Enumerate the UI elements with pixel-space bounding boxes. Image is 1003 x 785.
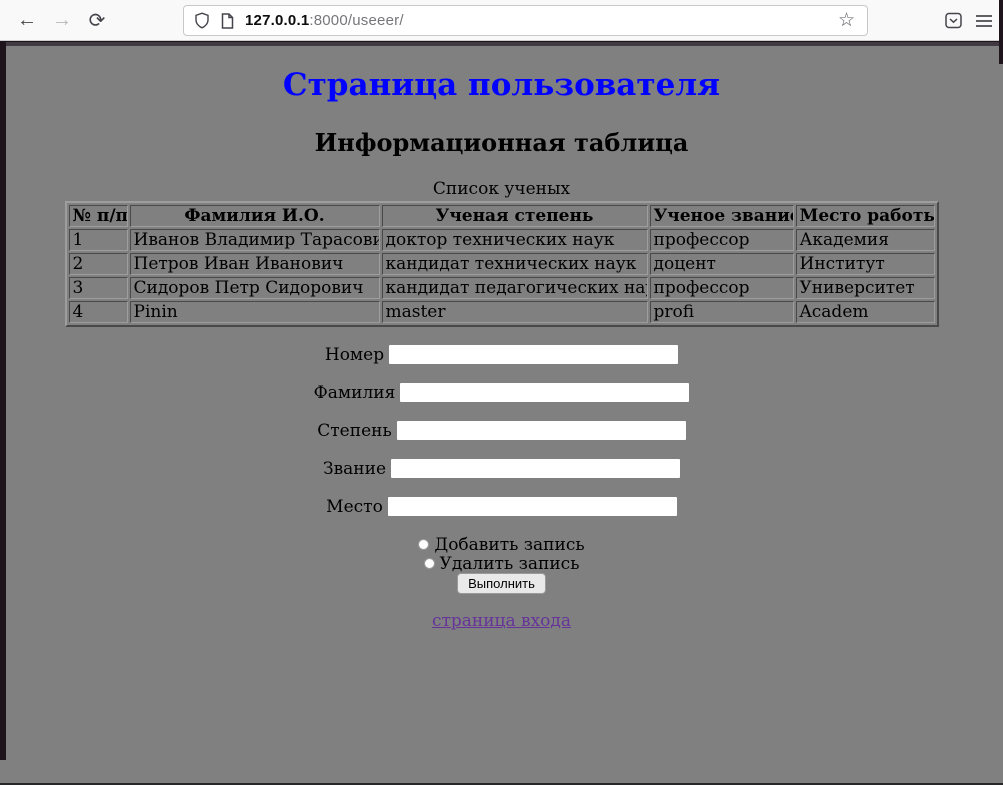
window-chrome-strip	[0, 42, 1003, 46]
rank-input[interactable]	[391, 459, 680, 478]
form-row: Номер	[0, 345, 1003, 364]
page-viewport: Страница пользователя Информационная таб…	[0, 46, 1003, 785]
rank-label: Звание	[323, 459, 386, 479]
table-row: 3Сидоров Петр Сидоровичкандидат педагоги…	[69, 277, 935, 299]
form-row: Звание	[0, 459, 1003, 478]
menu-hamburger-icon[interactable]	[975, 14, 993, 28]
radio-button-icon[interactable]	[424, 558, 435, 569]
table-cell: кандидат технических наук	[382, 253, 648, 275]
url-path: :8000/useeer/	[309, 12, 403, 29]
url-text: 127.0.0.1:8000/useeer/	[245, 12, 404, 29]
table-caption: Список ученых	[0, 179, 1003, 199]
forward-icon: →	[47, 5, 77, 35]
table-cell: Сидоров Петр Сидорович	[130, 277, 380, 299]
number-label: Номер	[325, 345, 384, 365]
column-header: Ученая степень	[382, 205, 648, 227]
url-host: 127.0.0.1	[245, 12, 309, 29]
table-cell: Университет	[796, 277, 935, 299]
table-cell: 2	[69, 253, 128, 275]
window-frame-left	[0, 41, 6, 760]
surname-label: Фамилия	[314, 383, 396, 403]
login-page-link[interactable]: страница входа	[432, 611, 571, 631]
page-title: Страница пользователя	[0, 67, 1003, 103]
browser-toolbar: ← → ⟳ 127.0.0.1:8000/useeer/ ☆	[0, 0, 1003, 41]
column-header: Место работы	[796, 205, 935, 227]
table-cell: доцент	[650, 253, 794, 275]
url-bar[interactable]: 127.0.0.1:8000/useeer/ ☆	[183, 5, 868, 36]
table-cell: 1	[69, 229, 128, 251]
radio-option[interactable]: Добавить запись	[0, 535, 1003, 554]
reload-icon[interactable]: ⟳	[82, 5, 112, 35]
shield-icon[interactable]	[194, 12, 210, 29]
table-cell: Pinin	[130, 301, 380, 323]
table-cell: Иванов Владимир Тарасович	[130, 229, 380, 251]
table-row: 4PininmasterprofiAcadem	[69, 301, 935, 323]
radio-group: Добавить записьУдалить запись	[0, 535, 1003, 573]
table-cell: Академия	[796, 229, 935, 251]
table-cell: Петров Иван Иванович	[130, 253, 380, 275]
place-label: Место	[326, 497, 383, 517]
table-cell: Academ	[796, 301, 935, 323]
number-input[interactable]	[389, 345, 678, 364]
radio-label: Удалить запись	[440, 554, 580, 574]
table-cell: 4	[69, 301, 128, 323]
table-header-row: № п/пФамилия И.О.Ученая степеньУченое зв…	[69, 205, 935, 227]
table-cell: Институт	[796, 253, 935, 275]
execute-button[interactable]: Выполнить	[457, 573, 546, 594]
table-cell: master	[382, 301, 648, 323]
page-icon	[221, 13, 234, 29]
table-cell: 3	[69, 277, 128, 299]
form-row: Степень	[0, 421, 1003, 440]
table-row: 2Петров Иван Ивановичкандидат технически…	[69, 253, 935, 275]
back-icon[interactable]: ←	[12, 5, 42, 35]
scientists-table: № п/пФамилия И.О.Ученая степеньУченое зв…	[65, 201, 939, 327]
radio-label: Добавить запись	[434, 535, 584, 555]
table-row: 1Иванов Владимир Тарасовичдоктор техниче…	[69, 229, 935, 251]
page-subtitle: Информационная таблица	[0, 128, 1003, 157]
table-cell: profi	[650, 301, 794, 323]
column-header: Фамилия И.О.	[130, 205, 380, 227]
degree-label: Степень	[317, 421, 391, 441]
browser-window: ← → ⟳ 127.0.0.1:8000/useeer/ ☆	[0, 0, 1003, 785]
bookmark-star-icon[interactable]: ☆	[838, 9, 855, 32]
radio-option[interactable]: Удалить запись	[0, 554, 1003, 573]
column-header: № п/п	[69, 205, 128, 227]
surname-input[interactable]	[400, 383, 689, 402]
form-row: Место	[0, 497, 1003, 516]
table-cell: доктор технических наук	[382, 229, 648, 251]
table-cell: профессор	[650, 229, 794, 251]
degree-input[interactable]	[397, 421, 686, 440]
column-header: Ученое звание	[650, 205, 794, 227]
form-fields: Номер Фамилия Степень Звание Место	[0, 345, 1003, 516]
window-frame-right	[999, 0, 1003, 64]
pocket-save-icon[interactable]	[944, 11, 963, 30]
table-cell: профессор	[650, 277, 794, 299]
table-body: 1Иванов Владимир Тарасовичдоктор техниче…	[69, 229, 935, 323]
record-form: Номер Фамилия Степень Звание Место Добавить …	[0, 345, 1003, 594]
radio-button-icon[interactable]	[418, 539, 429, 550]
place-input[interactable]	[388, 497, 677, 516]
table-cell: кандидат педагогических наук	[382, 277, 648, 299]
form-row: Фамилия	[0, 383, 1003, 402]
